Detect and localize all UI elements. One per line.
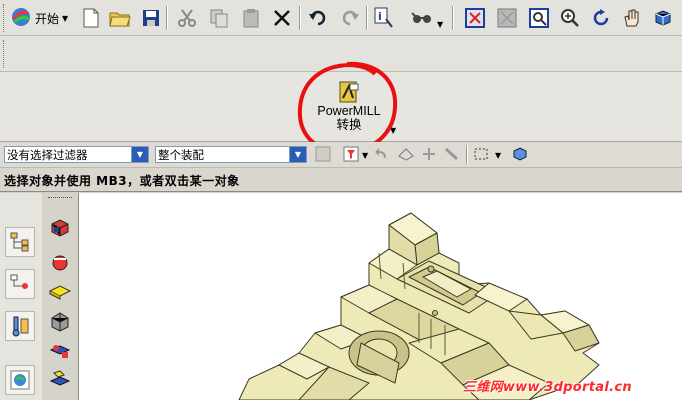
type-filter-value: 没有选择过滤器: [7, 147, 88, 162]
select-all-button[interactable]: [313, 144, 333, 164]
zoom-window-icon: [529, 8, 549, 28]
scope-filter-value: 整个装配: [158, 147, 204, 162]
open-folder-icon: [109, 12, 131, 27]
chevron-down-icon[interactable]: ▼: [437, 20, 443, 29]
part-navigator-tab[interactable]: [5, 311, 35, 341]
display-options-button[interactable]: [410, 6, 434, 30]
pyramid-icon: [51, 312, 69, 332]
assembly-ops-button[interactable]: [47, 367, 73, 393]
solid-block-icon: [51, 219, 69, 237]
vertical-toolbar: [42, 193, 79, 400]
resource-bar: [0, 193, 43, 400]
paste-button[interactable]: [239, 6, 263, 30]
toolbar-grip[interactable]: [3, 4, 7, 32]
save-icon: [143, 10, 159, 26]
graphics-viewport[interactable]: [79, 193, 682, 400]
shaded-view-button[interactable]: [651, 6, 675, 30]
paste-icon: [243, 9, 259, 28]
zoom-icon: [561, 9, 579, 27]
open-button[interactable]: [108, 6, 132, 30]
copy-button[interactable]: [207, 6, 231, 30]
information-button[interactable]: i: [372, 6, 396, 30]
fit-view-icon: [465, 8, 485, 28]
zoom-window-button[interactable]: [527, 6, 551, 30]
constraint-navigator-tab[interactable]: [5, 269, 35, 299]
thermometer-icon: [12, 316, 29, 337]
shaded-view-icon: [655, 10, 671, 26]
arrow-back-icon: [375, 148, 386, 158]
show-hide-button[interactable]: [509, 144, 531, 164]
rotate-button[interactable]: [589, 6, 613, 30]
copy-icon: [210, 9, 228, 28]
filter-options-button[interactable]: [341, 144, 361, 164]
filter-icon: [343, 146, 359, 162]
slab-icon: [48, 285, 72, 300]
chevron-down-icon: ▼: [62, 13, 69, 23]
chevron-down-icon[interactable]: ▼: [362, 151, 368, 160]
status-prompt: 选择对象并使用 MB3，或者双击某一对象: [4, 174, 240, 188]
snap-point-button[interactable]: [419, 144, 439, 164]
solid-body-button[interactable]: [47, 215, 73, 241]
zoom-button[interactable]: [558, 6, 582, 30]
constraint-tree-icon: [10, 274, 28, 289]
watermark-text: 三维网www.3dportal.cn: [463, 380, 632, 395]
feature-operation-button[interactable]: [47, 338, 73, 364]
undo-selection-button[interactable]: [372, 144, 392, 164]
fit-view-button[interactable]: [463, 6, 487, 30]
sphere-button[interactable]: [47, 248, 73, 274]
cut-button[interactable]: [175, 6, 199, 30]
save-button[interactable]: [139, 6, 163, 30]
glasses-icon: [411, 12, 431, 23]
globe-icon: [10, 370, 30, 390]
new-file-button[interactable]: [79, 6, 103, 30]
new-file-icon: [83, 8, 99, 28]
delete-icon: [274, 10, 290, 26]
eraser-button[interactable]: [396, 144, 416, 164]
toolbar-grip[interactable]: [3, 40, 7, 68]
start-button[interactable]: 开始 ▼: [10, 6, 68, 30]
eraser-icon: [398, 148, 414, 161]
chevron-down-icon[interactable]: ▼: [131, 147, 148, 162]
undo-icon: [309, 10, 326, 26]
pan-icon: [624, 9, 639, 27]
delete-button[interactable]: [270, 6, 294, 30]
snap-icon: [423, 148, 435, 160]
dashed-rectangle-icon: [474, 148, 488, 160]
info-icon: i: [374, 7, 393, 28]
assembly-parts-icon: [49, 370, 71, 386]
slab-button[interactable]: [47, 279, 73, 305]
chevron-down-icon[interactable]: ▼: [495, 151, 501, 160]
type-filter-select[interactable]: 没有选择过滤器 ▼: [4, 146, 149, 163]
standard-toolbar: 开始 ▼ i ▼: [0, 0, 682, 36]
assembly-navigator-tab[interactable]: [5, 227, 35, 257]
mold-part-model: [238, 212, 600, 400]
scope-filter-select[interactable]: 整个装配 ▼: [155, 146, 307, 163]
redo-icon: [342, 10, 359, 26]
selection-cursor-icon: [315, 146, 331, 162]
start-icon: [10, 6, 32, 31]
pyramid-button[interactable]: [47, 309, 73, 335]
assembly-tree-icon: [10, 232, 29, 252]
rectangle-select-button[interactable]: [471, 144, 491, 164]
refresh-view-icon: [497, 8, 517, 28]
refresh-view-button[interactable]: [495, 6, 519, 30]
snap-end-icon: [444, 147, 459, 161]
snap-end-button[interactable]: [442, 144, 462, 164]
redo-button[interactable]: [338, 6, 362, 30]
chevron-down-icon[interactable]: ▼: [289, 147, 306, 162]
multi-body-icon: [49, 345, 71, 358]
sphere-icon: [52, 255, 68, 271]
web-browser-tab[interactable]: [5, 365, 35, 395]
cut-icon: [178, 9, 196, 27]
pan-button[interactable]: [620, 6, 644, 30]
rotate-icon: [593, 9, 609, 26]
start-label: 开始: [35, 11, 60, 26]
toolbar-grip[interactable]: [48, 197, 72, 198]
svg-text:i: i: [378, 10, 382, 23]
undo-button[interactable]: [306, 6, 330, 30]
cube-icon: [513, 147, 527, 161]
